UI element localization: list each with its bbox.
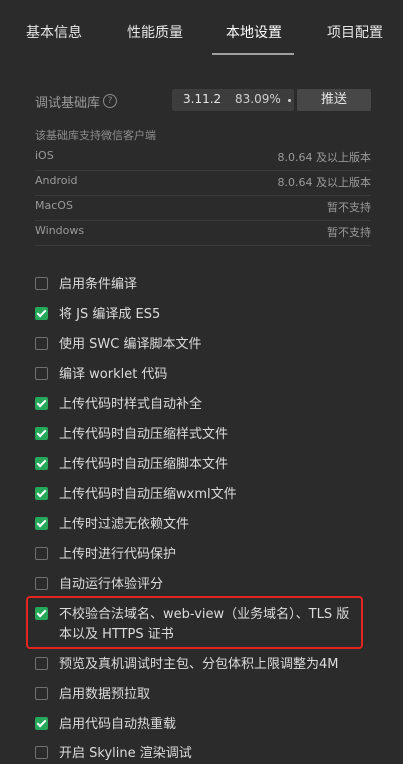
tab-project-config[interactable]: 项目配置: [327, 22, 383, 42]
option-label: 上传代码时自动压缩wxml文件: [59, 487, 237, 502]
checkbox[interactable]: [35, 687, 48, 700]
option-label: 预览及真机调试时主包、分包体积上限调整为4M: [59, 657, 339, 672]
base-lib-percent: 83.09%: [235, 92, 281, 106]
checkbox[interactable]: [35, 367, 48, 380]
checkbox[interactable]: [35, 337, 48, 350]
support-version: 暂不支持: [327, 226, 371, 239]
highlight-box: [26, 596, 363, 649]
support-version: 暂不支持: [327, 201, 371, 214]
option-label: 使用 SWC 编译脚本文件: [59, 337, 202, 352]
question-circle-icon[interactable]: ?: [103, 94, 117, 108]
option-label: 上传代码时自动压缩脚本文件: [59, 457, 229, 472]
active-tab-indicator: [212, 53, 294, 55]
checkbox[interactable]: [35, 657, 48, 670]
support-platform: iOS: [35, 149, 54, 162]
checkbox[interactable]: [35, 427, 48, 440]
checkbox[interactable]: [35, 547, 48, 560]
checkbox[interactable]: [35, 717, 48, 730]
checkbox[interactable]: [35, 277, 48, 290]
support-version: 8.0.64 及以上版本: [277, 176, 371, 189]
support-platform: MacOS: [35, 199, 73, 212]
dropdown-dot-icon: [288, 99, 291, 102]
support-row-windows: Windows 暂不支持: [35, 220, 371, 246]
checkbox[interactable]: [35, 397, 48, 410]
checkbox[interactable]: [35, 487, 48, 500]
base-lib-label: 调试基础库: [35, 96, 101, 111]
support-row-android: Android 8.0.64 及以上版本: [35, 170, 371, 196]
option-label: 上传时进行代码保护: [59, 547, 177, 562]
option-label: 开启 Skyline 渲染调试: [59, 746, 192, 761]
support-row-macos: MacOS 暂不支持: [35, 195, 371, 221]
local-settings-panel: 基本信息 性能质量 本地设置 项目配置 调试基础库 ? 3.11.2 83.09…: [0, 0, 403, 761]
checkbox[interactable]: [35, 457, 48, 470]
checkbox[interactable]: [35, 577, 48, 590]
base-lib-version: 3.11.2: [183, 92, 222, 106]
tab-performance[interactable]: 性能质量: [127, 22, 183, 42]
option-label: 上传代码时样式自动补全: [59, 397, 203, 412]
support-row-ios: iOS 8.0.64 及以上版本: [35, 145, 371, 171]
option-label: 启用条件编译: [59, 277, 138, 292]
support-platform: Windows: [35, 224, 85, 237]
option-label: 自动运行体验评分: [59, 577, 164, 592]
option-label: 编译 worklet 代码: [59, 367, 168, 382]
support-caption: 该基础库支持微信客户端: [35, 129, 156, 142]
option-label: 启用代码自动热重载: [59, 717, 177, 732]
support-platform: Android: [35, 174, 78, 187]
option-label: 上传时过滤无依赖文件: [59, 517, 190, 532]
option-label: 启用数据预拉取: [59, 687, 151, 702]
tab-local-settings[interactable]: 本地设置: [226, 22, 282, 42]
tab-basic-info[interactable]: 基本信息: [26, 22, 82, 42]
checkbox[interactable]: [35, 307, 48, 320]
push-button[interactable]: 推送: [297, 89, 371, 111]
tab-bar: 基本信息 性能质量 本地设置 项目配置: [0, 0, 403, 56]
option-label: 将 JS 编译成 ES5: [59, 307, 161, 322]
support-version: 8.0.64 及以上版本: [277, 151, 371, 164]
checkbox[interactable]: [35, 517, 48, 530]
base-lib-version-select[interactable]: 3.11.2 83.09%: [172, 89, 294, 111]
option-label: 上传代码时自动压缩样式文件: [59, 427, 229, 442]
checkbox[interactable]: [35, 746, 48, 759]
